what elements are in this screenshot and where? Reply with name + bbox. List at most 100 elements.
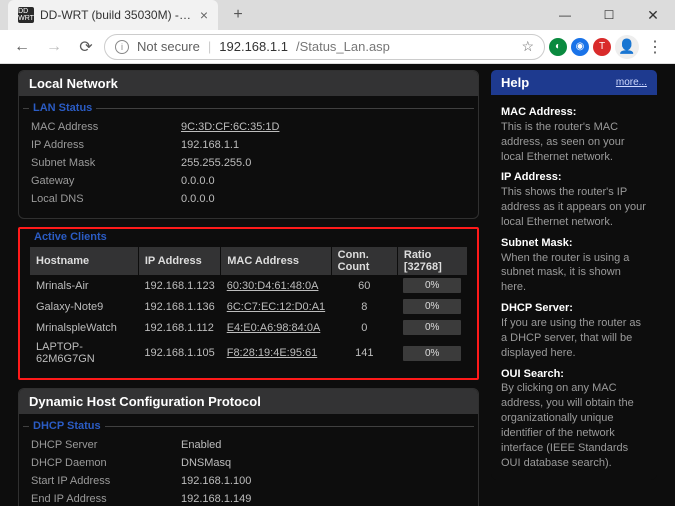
table-header: Conn. Count [331, 247, 397, 275]
lan-key: Local DNS [31, 193, 181, 205]
tab-favicon: DDWRT [18, 7, 34, 23]
mac-link[interactable]: 9C:3D:CF:6C:35:1D [181, 121, 279, 133]
cell-mac: 6C:C7:EC:12:D0:A1 [221, 296, 331, 317]
lan-row: IP Address192.168.1.1 [29, 136, 468, 154]
extension-icon-3[interactable]: T [593, 38, 611, 56]
help-title: Help [501, 75, 529, 90]
extension-icon-2[interactable]: ◉ [571, 38, 589, 56]
active-clients-group: Active Clients HostnameIP AddressMAC Add… [24, 231, 473, 370]
bookmark-icon[interactable]: ☆ [521, 38, 534, 55]
panel-header-help: Help more... [491, 70, 657, 95]
active-clients-table: HostnameIP AddressMAC AddressConn. Count… [30, 247, 467, 368]
active-clients-legend: Active Clients [30, 231, 111, 243]
panel-dhcp: Dynamic Host Configuration Protocol DHCP… [18, 388, 479, 506]
help-term: Subnet Mask: [501, 236, 647, 251]
extension-icon-1[interactable]: ◐ [549, 38, 567, 56]
cell-conn: 141 [331, 338, 397, 368]
lan-value: 0.0.0.0 [181, 175, 215, 187]
lan-row: Subnet Mask255.255.255.0 [29, 154, 468, 172]
help-text: This shows the router's IP address as it… [501, 186, 646, 228]
dhcp-value: Enabled [181, 439, 221, 451]
dhcp-value: 192.168.1.100 [181, 475, 251, 487]
dhcp-row: End IP Address192.168.1.149 [29, 490, 468, 506]
browser-tab[interactable]: DDWRT DD-WRT (build 35030M) - LAN S × [8, 0, 218, 30]
lan-key: IP Address [31, 139, 181, 151]
lan-value: 0.0.0.0 [181, 193, 215, 205]
cell-ip: 192.168.1.112 [138, 317, 220, 338]
lan-row: MAC Address9C:3D:CF:6C:35:1D [29, 118, 468, 136]
minimize-button[interactable]: — [543, 0, 587, 30]
profile-avatar[interactable]: 👤 [615, 35, 639, 59]
dhcp-row: DHCP ServerEnabled [29, 436, 468, 454]
cell-conn: 0 [331, 317, 397, 338]
cell-conn: 60 [331, 275, 397, 296]
help-more-link[interactable]: more... [616, 77, 647, 88]
help-term: MAC Address: [501, 105, 647, 120]
mac-link[interactable]: F8:28:19:4E:95:61 [227, 347, 318, 359]
dhcp-value: DNSMasq [181, 457, 231, 469]
close-window-button[interactable]: ✕ [631, 0, 675, 30]
panel-active-clients: Active Clients HostnameIP AddressMAC Add… [18, 227, 479, 380]
panel-header-dhcp: Dynamic Host Configuration Protocol [19, 389, 478, 414]
lan-value: 255.255.255.0 [181, 157, 251, 169]
menu-icon[interactable]: ⋮ [643, 37, 667, 57]
cell-ip: 192.168.1.105 [138, 338, 220, 368]
cell-ratio: 0% [397, 338, 467, 368]
table-header: MAC Address [221, 247, 331, 275]
help-term: DHCP Server: [501, 301, 647, 316]
help-text: By clicking on any MAC address, you will… [501, 382, 634, 468]
cell-hostname: LAPTOP-62M6G7GN [30, 338, 138, 368]
ratio-bar: 0% [403, 278, 461, 293]
mac-link[interactable]: 60:30:D4:61:48:0A [227, 280, 319, 292]
table-row: LAPTOP-62M6G7GN192.168.1.105 F8:28:19:4E:… [30, 338, 467, 368]
dhcp-key: DHCP Daemon [31, 457, 181, 469]
lan-key: Gateway [31, 175, 181, 187]
dhcp-row: Start IP Address192.168.1.100 [29, 472, 468, 490]
cell-hostname: Mrinals-Air [30, 275, 138, 296]
table-header: Hostname [30, 247, 138, 275]
lan-value: 192.168.1.1 [181, 139, 239, 151]
lan-value[interactable]: 9C:3D:CF:6C:35:1D [181, 121, 279, 133]
cell-mac: 60:30:D4:61:48:0A [221, 275, 331, 296]
cell-ratio: 0% [397, 275, 467, 296]
cell-ratio: 0% [397, 296, 467, 317]
security-label: Not secure [137, 39, 200, 54]
cell-ip: 192.168.1.136 [138, 296, 220, 317]
browser-toolbar: ← → ⟳ i Not secure | 192.168.1.1/Status_… [0, 30, 675, 64]
new-tab-button[interactable]: + [226, 3, 250, 27]
info-icon[interactable]: i [115, 40, 129, 54]
reload-button[interactable]: ⟳ [72, 33, 100, 61]
cell-ip: 192.168.1.123 [138, 275, 220, 296]
dhcp-key: End IP Address [31, 493, 181, 505]
panel-header-local-network: Local Network [19, 71, 478, 96]
help-text: This is the router's MAC address, as see… [501, 121, 625, 163]
lan-status-group: LAN Status MAC Address9C:3D:CF:6C:35:1DI… [23, 102, 474, 210]
back-button[interactable]: ← [8, 33, 36, 61]
cell-hostname: Galaxy-Note9 [30, 296, 138, 317]
dhcp-key: DHCP Server [31, 439, 181, 451]
cell-hostname: MrinalspleWatch [30, 317, 138, 338]
maximize-button[interactable]: ☐ [587, 0, 631, 30]
url-path: /Status_Lan.asp [296, 39, 390, 54]
panel-local-network: Local Network LAN Status MAC Address9C:3… [18, 70, 479, 219]
close-icon[interactable]: × [200, 7, 208, 23]
table-row: Galaxy-Note9192.168.1.136 6C:C7:EC:12:D0:… [30, 296, 467, 317]
help-text: When the router is using a subnet mask, … [501, 252, 629, 294]
table-row: MrinalspleWatch192.168.1.112 E4:E0:A6:98:… [30, 317, 467, 338]
lan-row: Local DNS0.0.0.0 [29, 190, 468, 208]
cell-mac: F8:28:19:4E:95:61 [221, 338, 331, 368]
table-row: Mrinals-Air192.168.1.123 60:30:D4:61:48:0… [30, 275, 467, 296]
address-bar[interactable]: i Not secure | 192.168.1.1/Status_Lan.as… [104, 34, 545, 60]
help-content: MAC Address:This is the router's MAC add… [491, 95, 657, 480]
help-term: IP Address: [501, 170, 647, 185]
dhcp-status-legend: DHCP Status [29, 420, 105, 432]
cell-conn: 8 [331, 296, 397, 317]
ratio-bar: 0% [403, 299, 461, 314]
dhcp-value: 192.168.1.149 [181, 493, 251, 505]
tab-title: DD-WRT (build 35030M) - LAN S [40, 8, 194, 22]
mac-link[interactable]: E4:E0:A6:98:84:0A [227, 322, 321, 334]
help-text: If you are using the router as a DHCP se… [501, 317, 641, 359]
mac-link[interactable]: 6C:C7:EC:12:D0:A1 [227, 301, 325, 313]
lan-status-legend: LAN Status [29, 102, 96, 114]
page-body: Local Network LAN Status MAC Address9C:3… [0, 64, 675, 506]
